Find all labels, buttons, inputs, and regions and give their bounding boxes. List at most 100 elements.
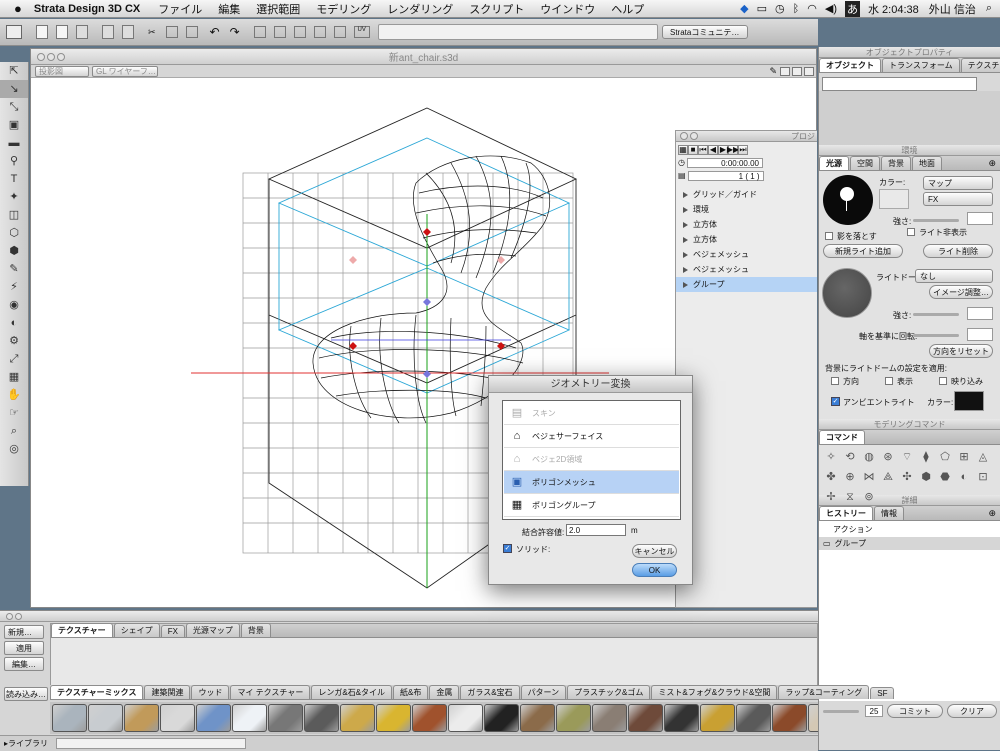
uv-icon[interactable]: UV	[353, 26, 370, 38]
tool-icon-6[interactable]: T	[0, 170, 28, 188]
disclosure-triangle-icon[interactable]	[683, 281, 688, 288]
menu-item-5[interactable]: スクリプト	[469, 1, 524, 17]
tab-library-12[interactable]: SF	[870, 687, 895, 699]
tab-resource-3[interactable]: 光源マップ	[185, 623, 240, 637]
light-preview[interactable]	[823, 175, 873, 225]
cancel-button[interactable]: キャンセル	[632, 544, 677, 558]
tool-icon-8[interactable]: ◫	[0, 206, 28, 224]
texture-swatch[interactable]	[412, 704, 447, 732]
project-item[interactable]: グリッド／ガイド	[676, 187, 817, 202]
texture-swatch[interactable]	[124, 704, 159, 732]
redo-icon[interactable]: ↷	[230, 25, 240, 39]
menu-item-4[interactable]: レンダリング	[387, 1, 453, 17]
texture-swatch[interactable]	[772, 704, 807, 732]
delete-light-button[interactable]: ライト削除	[923, 244, 993, 258]
reflection-checkbox[interactable]	[939, 377, 947, 385]
spotlight-icon[interactable]: ⌕	[986, 2, 992, 15]
menu-item-7[interactable]: ヘルプ	[611, 1, 644, 17]
texture-swatch[interactable]	[232, 704, 267, 732]
modeling-command-icon[interactable]: ✤	[823, 469, 839, 485]
texture-swatch[interactable]	[160, 704, 195, 732]
texture-swatch[interactable]	[196, 704, 231, 732]
tool-icon-21[interactable]: ◎	[0, 440, 28, 458]
light-dome-preview[interactable]	[822, 268, 872, 318]
modeling-command-icon[interactable]: ⊕	[842, 469, 858, 485]
image-adjust-button[interactable]: イメージ調整…	[929, 285, 993, 299]
clear-button[interactable]: クリア	[947, 704, 997, 718]
project-close-icon[interactable]	[680, 132, 688, 140]
group-icon[interactable]	[273, 26, 286, 38]
dropbox-icon[interactable]: ◆	[740, 2, 748, 15]
view-split-icon[interactable]	[792, 66, 802, 76]
texture-swatch[interactable]	[52, 704, 87, 732]
project-item[interactable]: 環境	[676, 202, 817, 217]
tab-details-1[interactable]: 情報	[874, 506, 904, 520]
tool-icon-3[interactable]: ▣	[0, 116, 28, 134]
volume-icon[interactable]: ◀)	[825, 2, 837, 15]
texture-swatch[interactable]	[664, 704, 699, 732]
save-icon[interactable]	[76, 25, 88, 39]
tolerance-field[interactable]: 2.0	[566, 524, 626, 536]
apple-icon[interactable]: ●	[14, 1, 22, 16]
ungroup-icon[interactable]	[293, 26, 306, 38]
toolbar-search-field[interactable]	[377, 24, 658, 40]
tab-library-0[interactable]: テクスチャーミックス	[50, 685, 144, 699]
conversion-option[interactable]: ⌂ ベジェ2D領域	[504, 448, 679, 471]
texture-swatch[interactable]	[700, 704, 735, 732]
transport-end[interactable]: ⏭	[738, 144, 748, 155]
undo-icon[interactable]: ↶	[210, 25, 220, 39]
tab-library-10[interactable]: ミスト&フォグ&クラウド&空間	[651, 685, 778, 699]
texture-swatch[interactable]	[448, 704, 483, 732]
menu-item-2[interactable]: 選択範囲	[256, 1, 300, 17]
app-menu[interactable]: Strata Design 3D CX	[34, 3, 140, 15]
tab-environment-3[interactable]: 地面	[912, 156, 942, 170]
modeling-command-icon[interactable]: ⟁	[880, 469, 896, 485]
render-mode-select[interactable]: GL ワイヤーフ…	[92, 65, 158, 77]
conversion-option[interactable]: ▦ ポリゴングループ	[504, 494, 679, 517]
user-name[interactable]: 外山 信治	[929, 1, 976, 17]
tab-library-6[interactable]: 金属	[429, 685, 460, 699]
tab-library-2[interactable]: ウッド	[191, 685, 230, 699]
menu-item-0[interactable]: ファイル	[158, 1, 202, 17]
toolbar-icon-1[interactable]	[6, 25, 22, 39]
menubar-clock[interactable]: 水 2:04:38	[868, 1, 919, 17]
commit-button[interactable]: コミット	[887, 704, 943, 718]
modeling-command-icon[interactable]: ⌔	[899, 449, 915, 465]
disclosure-triangle-icon[interactable]	[683, 191, 688, 198]
modeling-command-icon[interactable]: ◐	[956, 469, 972, 485]
texture-swatch[interactable]	[808, 704, 818, 732]
modeling-command-icon[interactable]: ⋈	[861, 469, 877, 485]
history-slider[interactable]	[823, 709, 859, 713]
dome-strength-field[interactable]	[967, 307, 993, 320]
bluetooth-icon[interactable]: ᛒ	[793, 3, 800, 15]
open-icon[interactable]	[56, 25, 68, 39]
shadow-checkbox[interactable]	[825, 232, 833, 240]
tab-library-11[interactable]: ラップ&コーティング	[778, 685, 870, 699]
hide-light-checkbox[interactable]	[907, 228, 915, 236]
modeling-command-icon[interactable]: ◬	[975, 449, 991, 465]
copy-icon[interactable]	[165, 26, 178, 38]
tool-icon-13[interactable]: ◉	[0, 296, 28, 314]
tab-resource-4[interactable]: 背景	[240, 623, 271, 637]
frame-field[interactable]: 1 ( 1 )	[687, 170, 764, 181]
direction-checkbox[interactable]	[831, 377, 839, 385]
tool-icon-0[interactable]: ⇱	[0, 62, 28, 80]
add-panel-icon[interactable]: ⊕	[988, 508, 996, 519]
menu-item-3[interactable]: モデリング	[316, 1, 371, 17]
tool-icon-19[interactable]: ☞	[0, 404, 28, 422]
reset-direction-button[interactable]: 方向をリセット	[929, 344, 993, 358]
pencil-icon[interactable]: ✎	[769, 66, 777, 77]
texture-swatch[interactable]	[376, 704, 411, 732]
disclosure-triangle-icon[interactable]	[683, 221, 688, 228]
display-icon[interactable]: ▭	[757, 2, 767, 15]
tool-icon-17[interactable]: ▦	[0, 368, 28, 386]
map-select[interactable]: マップ	[923, 176, 993, 190]
tab-object-1[interactable]: トランスフォーム	[882, 58, 960, 72]
tab-library-7[interactable]: ガラス&宝石	[460, 685, 520, 699]
tool-icon-12[interactable]: ⚡	[0, 278, 28, 296]
tab-library-8[interactable]: パターン	[520, 685, 567, 699]
add-panel-icon[interactable]: ⊕	[988, 158, 996, 169]
texture-swatch[interactable]	[340, 704, 375, 732]
edit-resource-button[interactable]: 編集…	[4, 657, 44, 671]
disclosure-triangle-icon[interactable]	[683, 206, 688, 213]
